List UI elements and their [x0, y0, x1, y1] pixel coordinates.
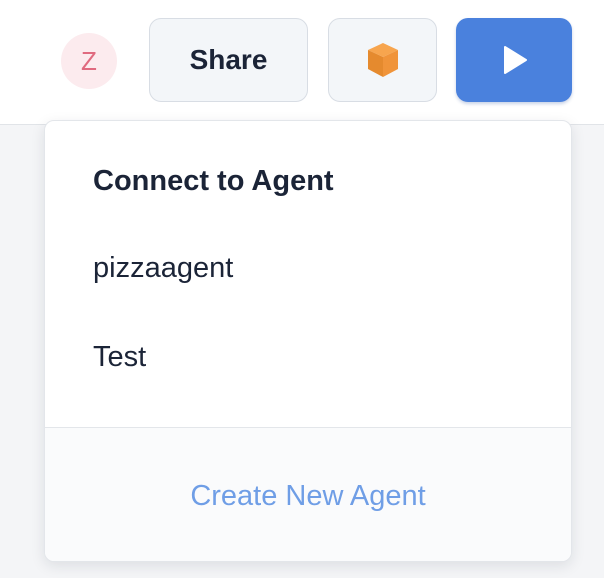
- dropdown-heading: Connect to Agent: [93, 165, 334, 197]
- agent-item-pizzaagent[interactable]: pizzaagent: [93, 252, 233, 285]
- run-button[interactable]: [456, 18, 572, 102]
- agent-button[interactable]: [328, 18, 437, 102]
- package-cube-icon: [366, 41, 400, 79]
- connect-agent-dropdown: Connect to Agent pizzaagent Test Create …: [44, 120, 572, 562]
- dropdown-footer: Create New Agent: [45, 427, 571, 561]
- agent-item-test[interactable]: Test: [93, 341, 146, 374]
- top-toolbar: Z Share: [0, 0, 604, 125]
- user-avatar[interactable]: Z: [61, 33, 117, 89]
- create-new-agent-link[interactable]: Create New Agent: [45, 480, 571, 513]
- play-icon: [500, 45, 528, 75]
- share-button[interactable]: Share: [149, 18, 308, 102]
- share-button-label: Share: [189, 44, 268, 75]
